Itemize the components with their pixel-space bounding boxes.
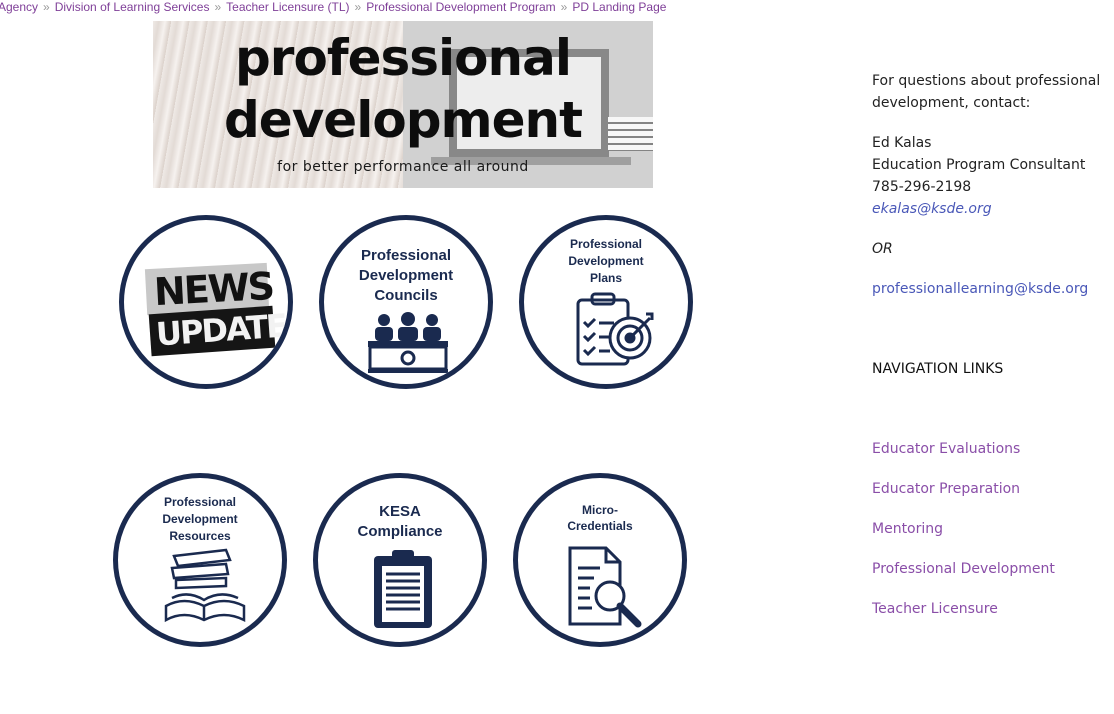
micro-title-line2: Credentials [567, 519, 633, 533]
pd-councils-tile[interactable]: Professional Development Councils [319, 215, 493, 389]
news-update-tile[interactable]: NEWS UPDATE [119, 215, 293, 389]
kesa-compliance-tile[interactable]: KESA Compliance [313, 473, 487, 647]
councils-title-line2: Development [358, 267, 454, 284]
navigation-links-heading: NAVIGATION LINKS [872, 361, 1004, 377]
micro-title-line1: Micro- [582, 503, 618, 517]
breadcrumb-agency[interactable]: Agency [0, 0, 38, 14]
council-panel-icon [368, 312, 448, 373]
pd-plans-tile[interactable]: Professional Development Plans [519, 215, 693, 389]
breadcrumb-professional-development-program[interactable]: Professional Development Program [366, 0, 555, 14]
banner-tagline: for better performance all around [277, 159, 529, 175]
contact-email-link[interactable]: ekalas@ksde.org [872, 198, 992, 220]
breadcrumb-pd-landing-page[interactable]: PD Landing Page [572, 0, 666, 14]
kesa-title-line2: Compliance [357, 523, 443, 540]
professional-learning-email-link[interactable]: professionallearning@ksde.org [872, 278, 1088, 300]
breadcrumb-separator: » [214, 0, 222, 14]
micro-credentials-tile[interactable]: Micro- Credentials [513, 473, 687, 647]
books-icon [164, 548, 246, 623]
resources-title-line1: Professional [163, 495, 237, 509]
kesa-title-line1: KESA [379, 503, 421, 520]
breadcrumb-separator: » [43, 0, 50, 14]
breadcrumb-separator: » [354, 0, 362, 14]
councils-title-line1: Professional [360, 247, 452, 264]
breadcrumb: Agency » Division of Learning Services » Tea… [0, 0, 666, 14]
breadcrumb-division-of-learning-services[interactable]: Division of Learning Services [55, 0, 210, 14]
plans-title-line2: Development [568, 254, 644, 268]
nav-link-mentoring[interactable]: Mentoring [872, 518, 943, 540]
resources-title-line3: Resources [169, 529, 231, 543]
nav-link-professional-development[interactable]: Professional Development [872, 558, 1055, 580]
contact-phone: 785-296-2198 [872, 179, 972, 195]
breadcrumb-teacher-licensure[interactable]: Teacher Licensure (TL) [226, 0, 349, 14]
breadcrumb-separator: » [560, 0, 568, 14]
update-word: UPDATE [154, 306, 288, 354]
clipboard-icon [374, 550, 432, 628]
clipboard-target-icon [576, 292, 654, 366]
contact-intro-line2: development, contact: [872, 95, 1031, 111]
nav-link-educator-preparation[interactable]: Educator Preparation [872, 478, 1020, 500]
contact-role: Education Program Consultant [872, 157, 1086, 173]
resources-title-line2: Development [162, 512, 238, 526]
banner-title-line2: development [224, 91, 583, 149]
plans-title-line1: Professional [569, 237, 643, 251]
banner-title-line1: professional [235, 29, 572, 87]
pd-resources-tile[interactable]: Professional Development Resources [113, 473, 287, 647]
nav-link-teacher-licensure[interactable]: Teacher Licensure [872, 598, 998, 620]
contact-or: OR [872, 241, 893, 257]
contact-intro-line1: For questions about professional [872, 73, 1101, 89]
professional-development-banner: professional development for better perf… [153, 21, 653, 188]
councils-title-line3: Councils [374, 287, 438, 304]
plans-title-line3: Plans [589, 271, 622, 285]
document-search-icon [568, 546, 642, 628]
nav-link-educator-evaluations[interactable]: Educator Evaluations [872, 438, 1020, 460]
contact-name: Ed Kalas [872, 135, 932, 151]
